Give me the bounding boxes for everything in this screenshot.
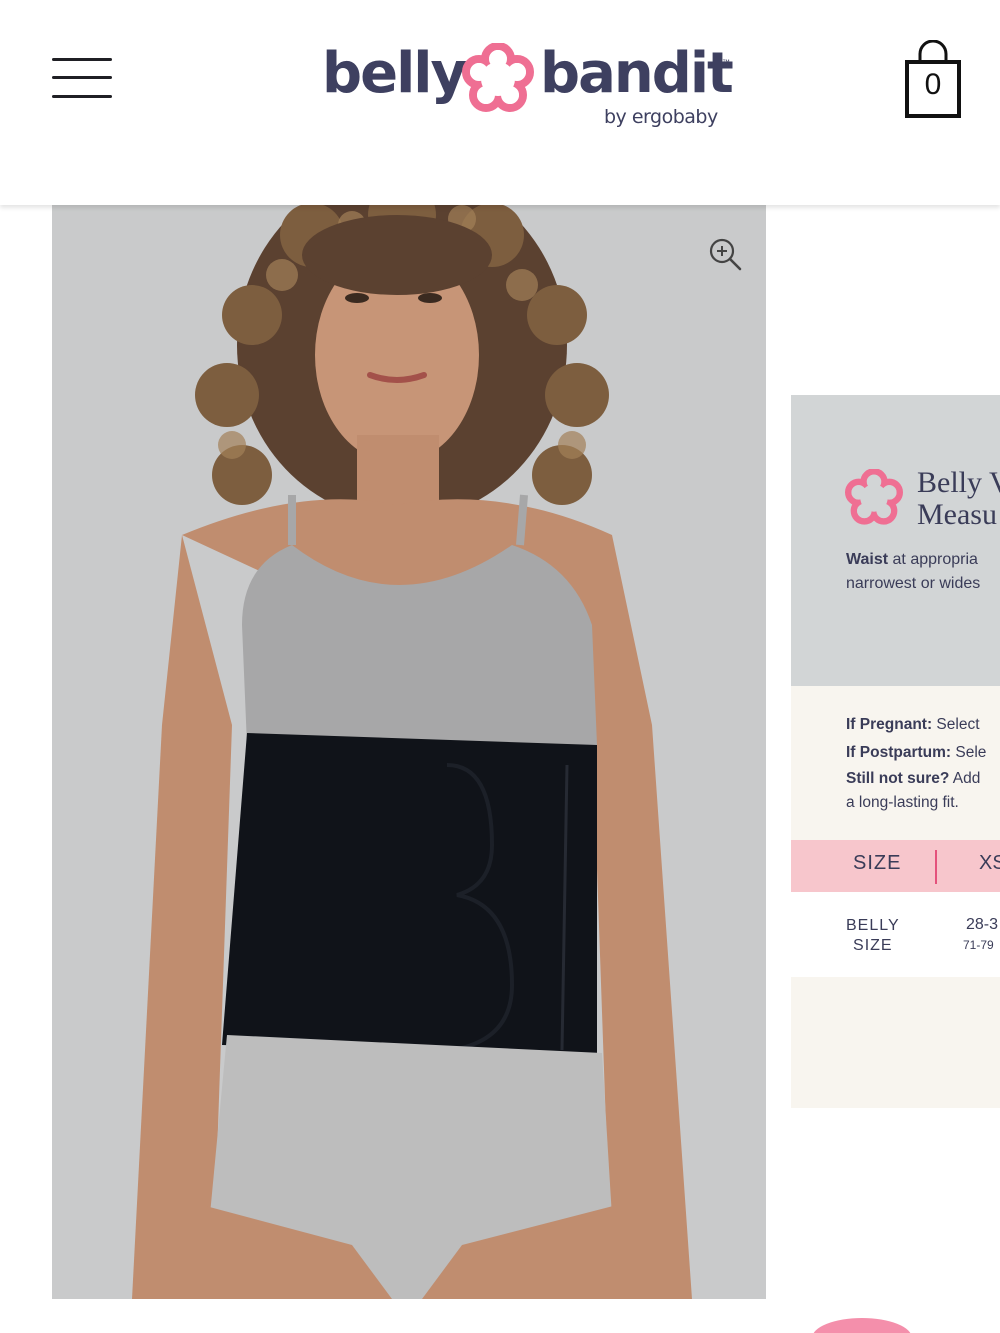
note-postpartum-label: If Postpartum: (846, 744, 952, 761)
logo-word-belly: belly (322, 41, 467, 106)
note-unsure-label: Still not sure? (846, 770, 950, 787)
zoom-in-icon[interactable] (708, 237, 742, 271)
note-unsure-text: Add (949, 770, 981, 787)
waist-bold: Waist (846, 551, 889, 568)
belly-label-line-1: BELLY (846, 917, 900, 934)
size-chart-header (791, 395, 1000, 686)
size-header-row: SIZE XS (791, 840, 1000, 892)
note-postpartum-text: Sele (951, 744, 987, 761)
title-line-2: Measu (917, 498, 997, 531)
logo-trademark: ™ (722, 58, 730, 67)
waist-text-1: at appropria (888, 551, 978, 568)
product-image[interactable] (52, 205, 766, 1299)
note-unsure-text-2: a long-lasting fit. (846, 794, 959, 811)
belly-size-cm: 71-79 (963, 938, 994, 952)
size-notes: If Pregnant: Select If Postpartum: Sele … (846, 711, 986, 815)
hamburger-menu-icon[interactable] (52, 56, 114, 102)
size-chart-title: Belly V Measu (917, 467, 1000, 531)
logo-subtitle: by ergobaby (604, 106, 718, 128)
cart-count: 0 (924, 68, 942, 101)
note-pregnant-text: Select (932, 716, 980, 733)
size-divider (935, 850, 937, 884)
belly-label-line-2: SIZE (853, 937, 893, 954)
flower-logo-icon (462, 43, 534, 112)
belly-size-inches: 28-3 (966, 916, 999, 933)
flower-logo-icon (845, 469, 903, 525)
waist-instructions: Waist at appropria narrowest or wides (846, 548, 980, 596)
size-column-header: SIZE (853, 852, 902, 874)
size-chart-image[interactable]: Belly V Measu Waist at appropria narrowe… (791, 395, 1000, 1108)
title-line-1: Belly V (917, 466, 1000, 499)
model-illustration (132, 205, 692, 1299)
belly-bandit-logo[interactable]: belly bandit ™ by ergobaby (322, 38, 742, 138)
waist-text-2: narrowest or wides (846, 575, 981, 592)
belly-size-row: BELLY SIZE 28-3 71-79 (791, 892, 1000, 976)
size-chart-footer (791, 977, 1000, 1108)
partial-pink-shape (812, 1318, 912, 1333)
belly-size-label: BELLY SIZE (846, 916, 900, 956)
size-xs-header: XS (979, 852, 1000, 874)
logo-word-bandit: bandit (540, 41, 734, 106)
note-pregnant-label: If Pregnant: (846, 716, 933, 733)
shopping-bag-icon[interactable]: 0 (902, 39, 964, 120)
site-header: belly bandit ™ by ergobaby 0 (0, 0, 1000, 205)
